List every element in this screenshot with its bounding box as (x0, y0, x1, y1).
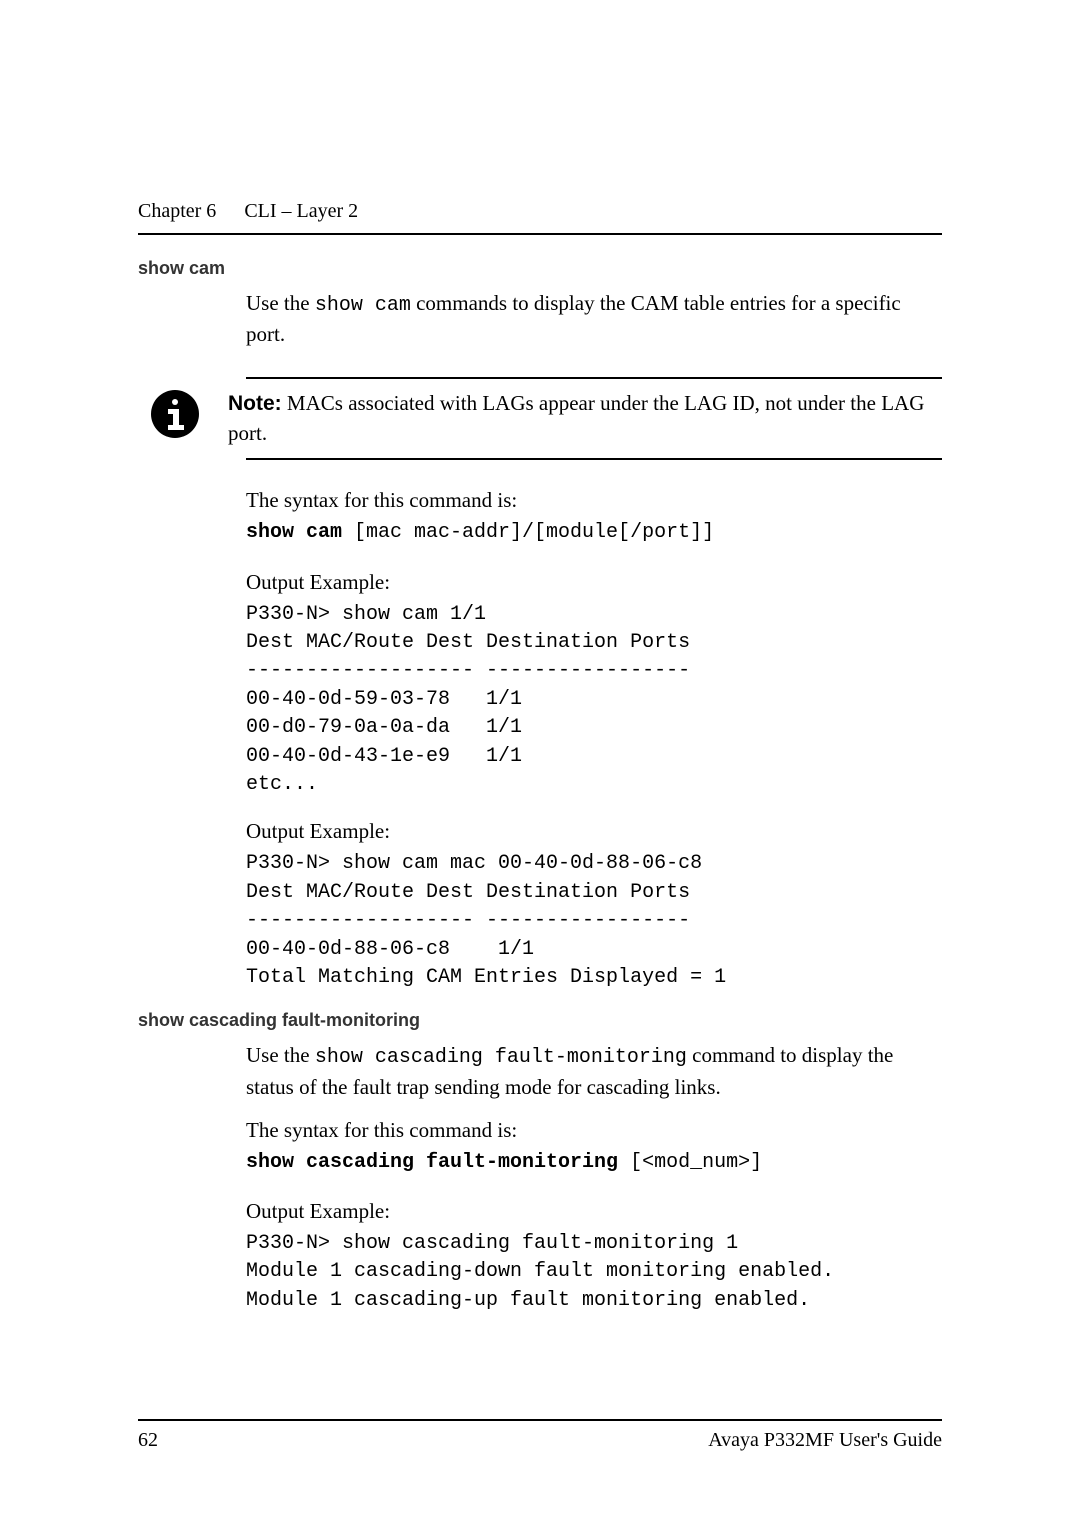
header-inner: Chapter 6 CLI – Layer 2 (138, 200, 942, 235)
intro2-pre-text: Use the (246, 1043, 315, 1067)
example3-label: Output Example: (246, 1197, 942, 1226)
page-body: show cam Use the show cam commands to di… (138, 244, 942, 1448)
note-text: MACs associated with LAGs appear under t… (228, 391, 924, 445)
intro-inline-cmd: show cam (315, 294, 411, 317)
chapter-label: Chapter 6 (138, 200, 216, 223)
example2-code: P330-N> show cam mac 00-40-0d-88-06-c8 D… (246, 850, 942, 992)
note-label: Note: (228, 392, 282, 415)
intro2-inline-cmd: show cascading fault-monitoring (315, 1046, 687, 1069)
info-icon (138, 389, 206, 439)
page-footer: 62 Avaya P332MF User's Guide (138, 1419, 942, 1452)
note-box: Note: MACs associated with LAGs appear u… (246, 377, 942, 460)
section2-content: Use the show cascading fault-monitoring … (246, 1041, 942, 1315)
syntax-cmd: show cam (246, 521, 342, 544)
syntax2-cmd: show cascading fault-monitoring (246, 1151, 618, 1174)
page-number: 62 (138, 1429, 158, 1452)
page: Chapter 6 CLI – Layer 2 show cam Use the… (0, 0, 1080, 1528)
syntax-label: The syntax for this command is: (246, 486, 942, 515)
syntax2-args: [<mod_num>] (618, 1151, 762, 1174)
note-body: Note: MACs associated with LAGs appear u… (228, 389, 942, 448)
intro2-paragraph: Use the show cascading fault-monitoring … (246, 1041, 942, 1101)
section-heading-show-cam: show cam (138, 258, 942, 279)
syntax2-label: The syntax for this command is: (246, 1116, 942, 1145)
syntax-line: show cam [mac mac-addr]/[module[/port]] (246, 519, 942, 547)
syntax2-line: show cascading fault-monitoring [<mod_nu… (246, 1149, 942, 1177)
intro-paragraph: Use the show cam commands to display the… (246, 289, 942, 349)
doc-title: Avaya P332MF User's Guide (708, 1429, 942, 1452)
chapter-title: CLI – Layer 2 (244, 200, 358, 223)
example3-code: P330-N> show cascading fault-monitoring … (246, 1230, 942, 1315)
example1-code: P330-N> show cam 1/1 Dest MAC/Route Dest… (246, 601, 942, 800)
example1-label: Output Example: (246, 568, 942, 597)
section-heading-show-cascading: show cascading fault-monitoring (138, 1010, 942, 1031)
syntax-args: [mac mac-addr]/[module[/port]] (342, 521, 714, 544)
intro-pre-text: Use the (246, 291, 315, 315)
page-header: Chapter 6 CLI – Layer 2 (138, 200, 942, 235)
example2-label: Output Example: (246, 817, 942, 846)
section1-content: Use the show cam commands to display the… (246, 289, 942, 992)
